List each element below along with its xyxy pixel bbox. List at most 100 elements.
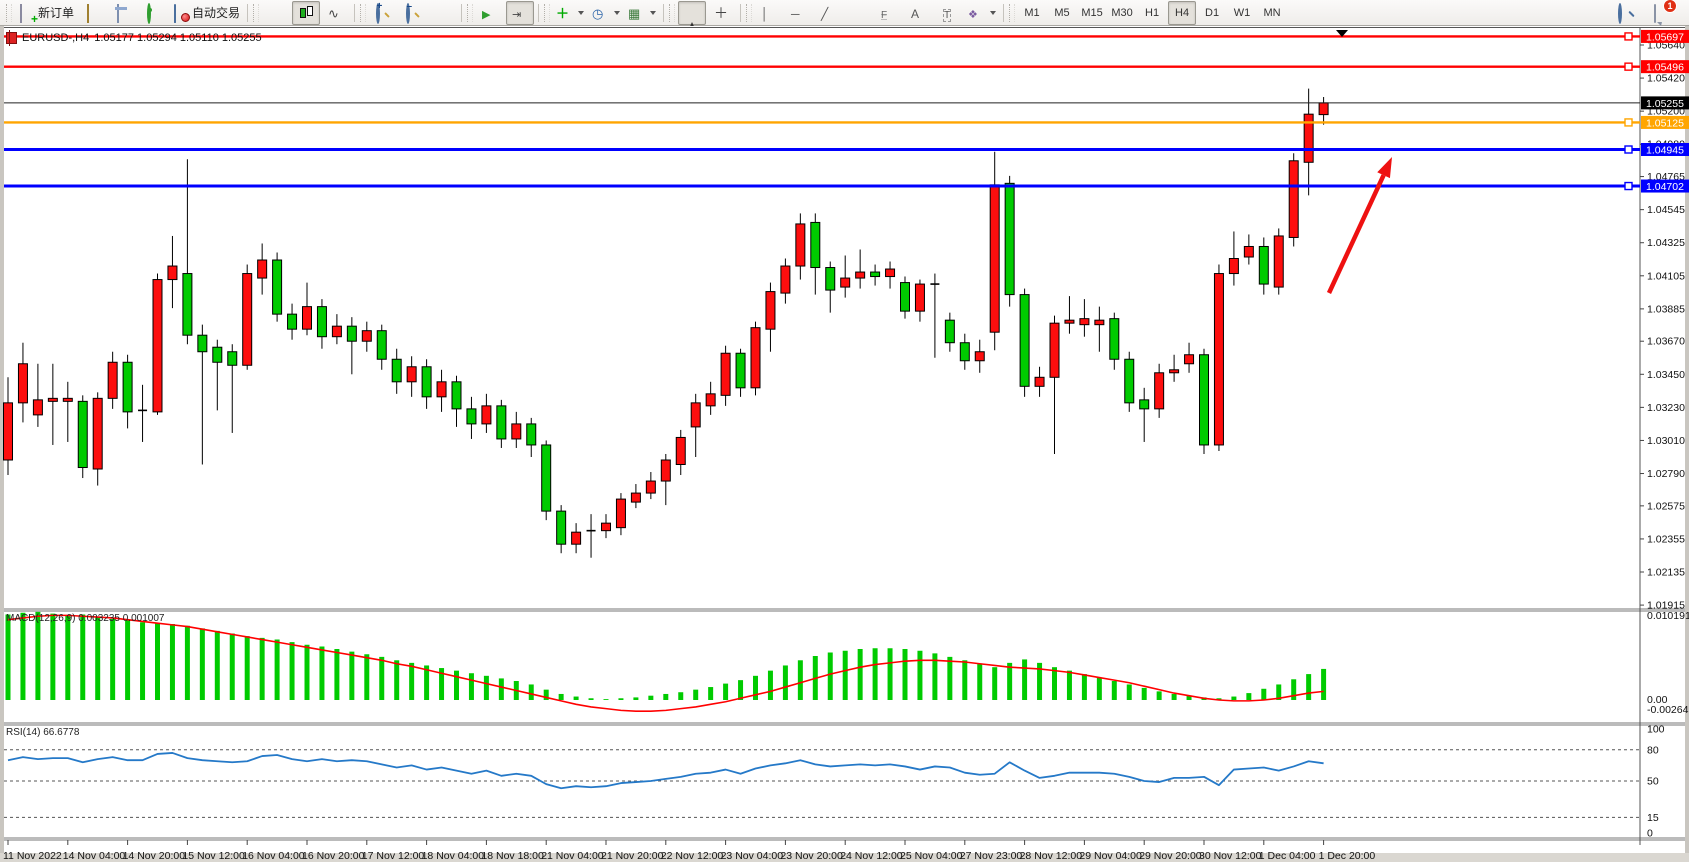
chevron-down-icon[interactable] <box>578 11 584 15</box>
time-tick-label: 14 Nov 04:00 <box>63 850 126 862</box>
new-order-button[interactable]: 新订单 <box>15 1 77 25</box>
price-tick-label: 1.05420 <box>1647 73 1685 85</box>
search-button[interactable] <box>1612 1 1640 25</box>
candle-down <box>452 382 461 409</box>
price-tick-label: 1.03670 <box>1647 336 1685 348</box>
toolbar-right: 1 <box>1611 0 1685 25</box>
time-tick-label: 14 Nov 20:00 <box>123 850 186 862</box>
navigator-icon[interactable] <box>139 1 167 25</box>
autotrade-button[interactable]: 自动交易 <box>169 1 243 25</box>
toolbar-grip[interactable] <box>544 4 550 22</box>
indicators-icon[interactable]: ＋ <box>553 1 587 25</box>
rsi-axis-label: 50 <box>1647 776 1659 788</box>
timeframe-m5[interactable]: M5 <box>1048 1 1076 25</box>
chart-window: 1.056401.054201.052001.049801.047651.045… <box>0 26 1689 862</box>
time-tick-label: 27 Nov 23:00 <box>960 850 1023 862</box>
periods-icon[interactable]: ◷ <box>589 1 623 25</box>
time-tick-label: 16 Nov 04:00 <box>242 850 305 862</box>
zoom-out-icon[interactable] <box>399 1 427 25</box>
price-tick-label: 1.03450 <box>1647 369 1685 381</box>
vertical-line-icon[interactable]: │ <box>755 1 783 25</box>
toolbar-grip[interactable] <box>467 4 473 22</box>
chart-shift-icon[interactable]: ⇥ <box>506 1 534 25</box>
candle-up <box>1170 370 1179 373</box>
chart-canvas[interactable]: 1.056401.054201.052001.049801.047651.045… <box>0 26 1689 862</box>
candle-up <box>1229 259 1238 274</box>
candle-down <box>497 406 506 439</box>
price-tick-label: 1.02135 <box>1647 567 1685 579</box>
time-tick-label: 1 Dec 04:00 <box>1259 850 1316 862</box>
cursor-icon[interactable] <box>678 1 706 25</box>
hline-handle[interactable] <box>1625 33 1632 40</box>
zoom-in-icon[interactable] <box>369 1 397 25</box>
candle-up <box>886 269 895 277</box>
candle-down <box>198 335 207 352</box>
price-line-badge-label: 1.05496 <box>1646 62 1684 74</box>
timeframe-d1[interactable]: D1 <box>1198 1 1226 25</box>
toolbar-grip[interactable] <box>360 4 366 22</box>
market-watch-icon[interactable] <box>79 1 107 25</box>
arrows-icon[interactable]: ❖ <box>965 1 999 25</box>
timeframe-m1[interactable]: M1 <box>1018 1 1046 25</box>
candle-up <box>303 307 312 330</box>
auto-scroll-icon[interactable]: ▶ <box>476 1 504 25</box>
hline-handle[interactable] <box>1625 146 1632 153</box>
bar-chart-icon[interactable] <box>262 1 290 25</box>
equidistant-channel-icon[interactable] <box>845 1 873 25</box>
hline-handle[interactable] <box>1625 63 1632 70</box>
candle-up <box>1214 274 1223 445</box>
timeframe-m30[interactable]: M30 <box>1108 1 1136 25</box>
horizontal-line-icon[interactable]: ─ <box>785 1 813 25</box>
text-label-icon[interactable]: T <box>935 1 963 25</box>
price-line-badge-label: 1.05125 <box>1646 117 1684 129</box>
notifications-button[interactable]: 1 <box>1648 1 1676 25</box>
chevron-down-icon[interactable] <box>614 11 620 15</box>
toolbar-grip[interactable] <box>1009 4 1015 22</box>
chevron-down-icon[interactable] <box>650 11 656 15</box>
hline-handle[interactable] <box>1625 119 1632 126</box>
crosshair-icon[interactable]: ＋ <box>708 1 736 25</box>
toolbar-grip[interactable] <box>6 4 12 22</box>
toolbar-grip[interactable] <box>253 4 259 22</box>
chevron-down-icon[interactable] <box>990 11 996 15</box>
candle-down <box>557 511 566 544</box>
timeframe-m15[interactable]: M15 <box>1078 1 1106 25</box>
hline-handle[interactable] <box>1625 183 1632 190</box>
price-tick-label: 1.04545 <box>1647 204 1685 216</box>
rsi-axis-label: 0 <box>1647 828 1653 840</box>
candle-up <box>631 493 640 502</box>
fibonacci-icon[interactable]: F <box>875 1 903 25</box>
toolbar-separator <box>461 4 462 22</box>
candle-up <box>721 353 730 395</box>
trendline-icon[interactable]: ╱ <box>815 1 843 25</box>
timeframe-h1[interactable]: H1 <box>1138 1 1166 25</box>
zoom-out-icon <box>406 3 410 24</box>
line-chart-icon[interactable]: ∿ <box>322 1 350 25</box>
candle-down <box>945 320 954 343</box>
toolbar-grip[interactable] <box>746 4 752 22</box>
zoom-in-icon <box>376 3 380 24</box>
candle-down <box>213 347 222 362</box>
tile-windows-icon[interactable] <box>429 1 457 25</box>
price-tick-label: 1.04105 <box>1647 270 1685 282</box>
fibonacci-icon: F <box>881 10 887 21</box>
candle-up <box>512 424 521 439</box>
toolbar-separator <box>354 4 355 22</box>
candle-down <box>78 401 87 467</box>
timeframe-h4[interactable]: H4 <box>1168 1 1196 25</box>
candlestick-chart-icon[interactable] <box>292 1 320 25</box>
chart-window-icon[interactable] <box>109 1 137 25</box>
candle-up <box>1050 323 1059 377</box>
search-icon <box>1618 3 1622 24</box>
templates-icon[interactable]: ▦ <box>625 1 659 25</box>
autotrade-icon <box>174 4 176 23</box>
rsi-axis-label: 80 <box>1647 744 1659 756</box>
chart-symbol-icon <box>6 32 17 44</box>
timeframe-mn[interactable]: MN <box>1258 1 1286 25</box>
vertical-line-icon: │ <box>761 7 769 21</box>
toolbar-grip[interactable] <box>669 4 675 22</box>
timeframe-w1[interactable]: W1 <box>1228 1 1256 25</box>
time-tick-label: 22 Nov 12:00 <box>661 850 724 862</box>
text-icon[interactable]: A <box>905 1 933 25</box>
symbol-period-label: EURUSD-,H4 <box>22 32 89 44</box>
